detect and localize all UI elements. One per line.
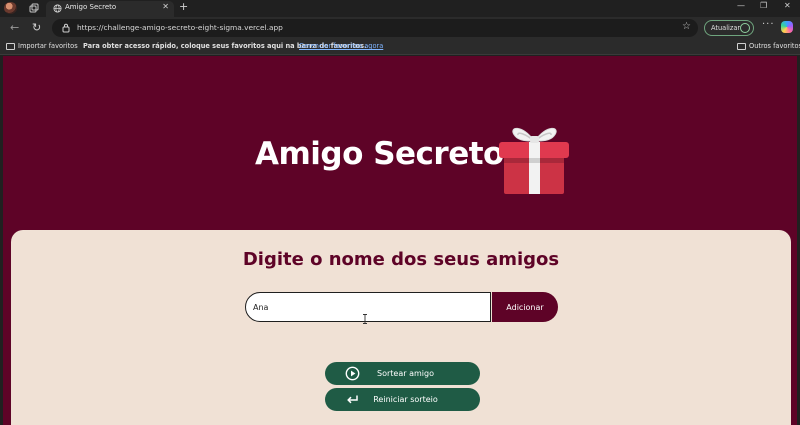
close-window-icon[interactable]: ✕: [784, 1, 791, 10]
web-page: Amigo Secreto Digite o nome dos seus ami…: [3, 56, 797, 425]
update-icon: [740, 23, 750, 33]
browser-toolbar: ← ↻ https://challenge-amigo-secreto-eigh…: [0, 17, 800, 39]
workspaces-icon[interactable]: [26, 1, 42, 15]
back-arrow-icon[interactable]: ←: [10, 21, 19, 34]
close-tab-icon[interactable]: ✕: [162, 2, 169, 11]
profile-avatar[interactable]: [4, 2, 17, 14]
card-title: Digite o nome dos seus amigos: [242, 249, 560, 270]
tab-strip: Amigo Secreto ✕ + — ❐ ✕: [0, 0, 800, 17]
favorite-star-icon[interactable]: ☆: [682, 21, 691, 32]
lock-icon[interactable]: [62, 23, 70, 33]
other-favorites-button[interactable]: Outros favoritos: [749, 42, 800, 50]
globe-icon: [53, 4, 62, 13]
update-button[interactable]: Atualizar: [704, 20, 754, 36]
address-bar[interactable]: https://challenge-amigo-secreto-eight-si…: [52, 19, 698, 37]
import-favorites-button[interactable]: Importar favoritos: [18, 42, 78, 50]
maximize-icon[interactable]: ❐: [760, 1, 767, 10]
page-title: Amigo Secreto: [255, 136, 504, 172]
favorites-bar: Importar favoritos Para obter acesso ráp…: [0, 39, 800, 55]
copilot-icon[interactable]: [781, 21, 793, 33]
new-tab-icon[interactable]: +: [179, 0, 188, 13]
manage-favorites-link[interactable]: Gerenciar favoritos agora: [299, 42, 383, 50]
folder-icon: [737, 43, 746, 50]
import-favorites-icon[interactable]: [6, 43, 15, 50]
text-cursor-icon: [363, 314, 367, 324]
add-button[interactable]: Adicionar: [492, 292, 558, 322]
reset-draw-button[interactable]: Reiniciar sorteio: [325, 388, 480, 411]
update-button-label: Atualizar: [711, 24, 741, 32]
url-text: https://challenge-amigo-secreto-eight-si…: [77, 23, 283, 32]
draw-friend-label: Sortear amigo: [377, 369, 434, 378]
minimize-icon[interactable]: —: [737, 1, 745, 10]
reload-icon[interactable]: ↻: [32, 21, 41, 34]
tab-title: Amigo Secreto: [65, 3, 117, 11]
friends-card: Digite o nome dos seus amigos Adicionar …: [11, 230, 791, 425]
more-options-icon[interactable]: ···: [762, 19, 775, 30]
friend-name-input[interactable]: [245, 292, 491, 322]
gift-icon: [499, 127, 569, 194]
browser-tab[interactable]: Amigo Secreto ✕: [46, 1, 174, 17]
reset-draw-label: Reiniciar sorteio: [373, 395, 438, 404]
draw-friend-button[interactable]: Sortear amigo: [325, 362, 480, 385]
